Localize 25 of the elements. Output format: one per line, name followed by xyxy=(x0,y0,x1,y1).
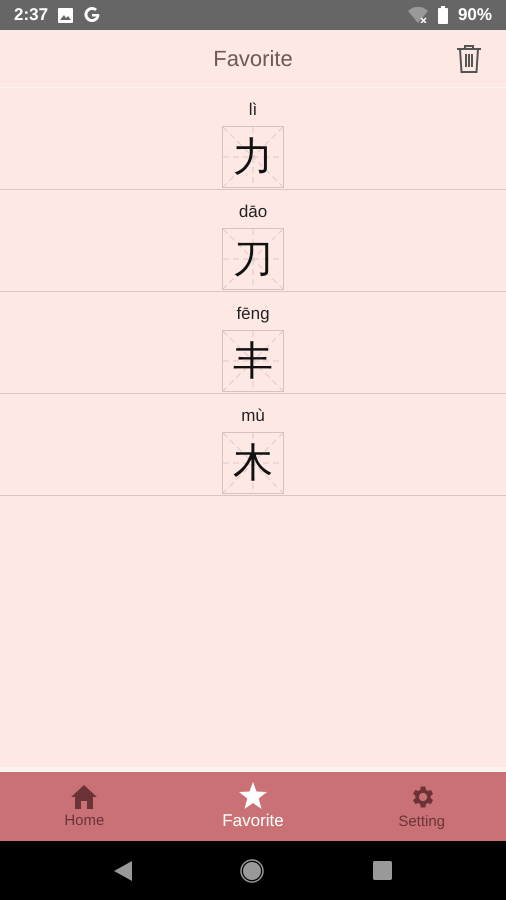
favorite-row[interactable]: mù 木 xyxy=(0,394,506,496)
hanzi-character: 木 xyxy=(233,443,273,483)
home-icon xyxy=(70,784,98,810)
wifi-off-icon xyxy=(408,7,428,23)
image-icon xyxy=(58,8,74,22)
hanzi-character: 力 xyxy=(233,137,273,177)
back-icon[interactable] xyxy=(114,860,132,880)
favorite-row[interactable]: fēng 丰 xyxy=(0,292,506,394)
hanzi-character: 丰 xyxy=(233,341,273,381)
home-circle-icon[interactable] xyxy=(240,858,264,882)
page-title: Favorite xyxy=(213,46,293,72)
status-time: 2:37 xyxy=(14,5,48,25)
g-logo-icon xyxy=(83,6,102,24)
battery-icon xyxy=(438,6,448,24)
favorite-row[interactable]: lì 力 xyxy=(0,88,506,190)
recents-icon[interactable] xyxy=(372,861,392,880)
pinyin-text: dāo xyxy=(238,202,268,222)
pinyin-text: lì xyxy=(248,100,258,120)
delete-button[interactable] xyxy=(456,44,482,74)
star-icon xyxy=(239,782,267,809)
pinyin-text: mù xyxy=(241,406,265,426)
battery-level: 90% xyxy=(458,5,492,25)
pinyin-text: fēng xyxy=(236,304,270,324)
hanzi-character: 刀 xyxy=(233,239,273,279)
favorite-row[interactable]: dāo 刀 xyxy=(0,190,506,292)
